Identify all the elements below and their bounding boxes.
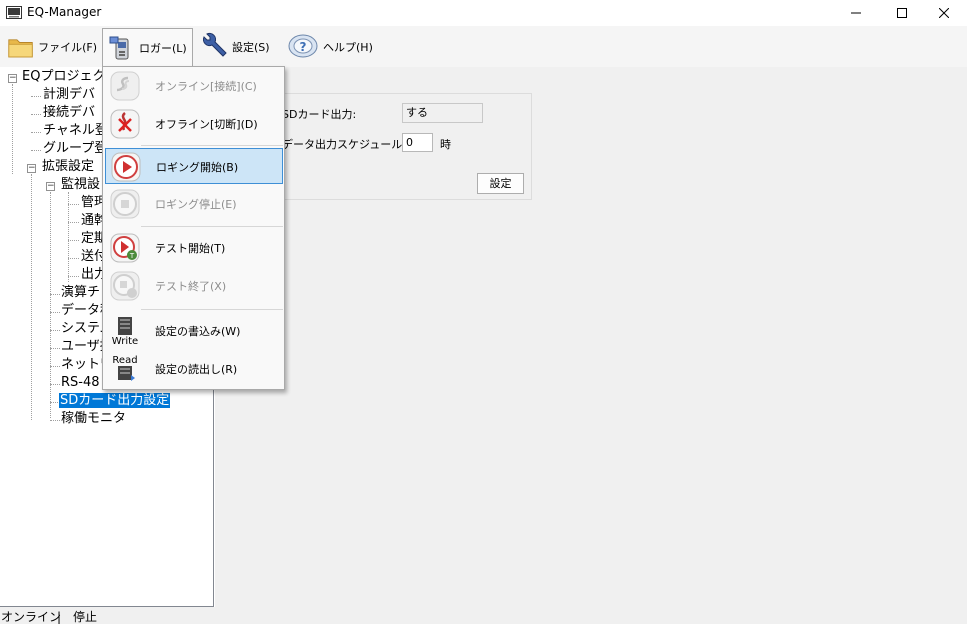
logger-dropdown-menu: オンライン[接続](C) オフライン[切断](D) ロギング開始(B) ロギング… [102, 66, 285, 390]
tree-connector [68, 222, 79, 223]
tree-connector [68, 276, 79, 277]
status-separator: | [57, 610, 62, 624]
menu-settings-label: 設定(S) [232, 41, 270, 54]
menu-item-logging-stop[interactable]: ロギング停止(E) [105, 186, 283, 222]
tree-item[interactable]: チャネル登 [43, 122, 108, 140]
tree-connector [50, 312, 60, 313]
tree-connector [68, 192, 69, 282]
tree-connector [68, 258, 79, 259]
menu-item-logging-stop-label: ロギング停止(E) [155, 198, 237, 211]
schedule-unit-label: 時 [440, 138, 451, 151]
tree-connector [68, 240, 79, 241]
tree-connector [31, 114, 41, 115]
tree-connector [31, 150, 41, 151]
menu-help-label: ヘルプ(H) [323, 41, 373, 54]
tree-item-monitor[interactable]: 監視設 [61, 176, 100, 194]
status-connection: オンライン [1, 610, 62, 624]
menu-item-write-settings[interactable]: Write 設定の書込み(W) [105, 313, 283, 349]
tree-item[interactable]: RS-48 [61, 374, 100, 392]
menu-item-online-label: オンライン[接続](C) [155, 80, 257, 93]
tree-item[interactable]: 演算チ [61, 284, 100, 302]
sd-output-label: SDカード出力: [282, 108, 357, 121]
menu-item-test-start-label: テスト開始(T) [155, 242, 226, 255]
menu-item-offline[interactable]: オフライン[切断](D) [105, 106, 283, 142]
tree-connector [50, 330, 60, 331]
read-icon: Read [112, 355, 138, 381]
online-icon [110, 71, 140, 101]
menu-item-offline-label: オフライン[切断](D) [155, 118, 258, 131]
play-icon [111, 152, 141, 182]
menu-logger-label: ロガー(L) [139, 41, 187, 55]
tree-connector [31, 96, 41, 97]
status-state: 停止 [73, 610, 98, 624]
app-icon [6, 6, 22, 19]
close-icon [939, 8, 949, 18]
menu-item-logging-start[interactable]: ロギング開始(B) [105, 148, 283, 184]
close-button[interactable] [921, 0, 967, 26]
schedule-hour-input[interactable]: 0 [402, 133, 433, 152]
tree-connector [50, 348, 60, 349]
menu-item-test-end-label: テスト終了(X) [155, 280, 227, 293]
svg-text:T: T [129, 252, 135, 260]
tree-connector [68, 204, 79, 205]
svg-text:Read: Read [112, 355, 137, 366]
menu-separator [141, 226, 283, 227]
maximize-icon [897, 8, 907, 18]
tree-connector [50, 420, 60, 421]
wrench-icon [202, 32, 227, 57]
title-bar: EQ-Manager [0, 0, 967, 26]
help-icon: ? [288, 34, 318, 58]
tree-item[interactable]: 接続デバ [43, 104, 95, 122]
menu-item-test-end[interactable]: テスト終了(X) [105, 268, 283, 304]
menu-settings[interactable]: 設定(S) [196, 28, 276, 66]
sd-output-field[interactable]: する [402, 103, 483, 123]
tree-collapse-toggle[interactable]: − [27, 164, 36, 173]
svg-text:?: ? [300, 40, 307, 54]
test-end-icon [110, 271, 140, 301]
maximize-button[interactable] [879, 0, 925, 26]
menu-item-write-settings-label: 設定の書込み(W) [155, 325, 241, 338]
tree-item[interactable]: 計測デバ [43, 86, 95, 104]
tree-connector [31, 132, 41, 133]
menu-item-test-start[interactable]: T テスト開始(T) [105, 230, 283, 266]
tree-collapse-toggle[interactable]: − [8, 74, 17, 83]
status-bar: オンライン | 停止 [0, 607, 967, 624]
menu-bar: ファイル(F) ロガー(L) 設定(S) ? ヘルプ(H) [0, 26, 967, 67]
stop-icon [110, 189, 140, 219]
write-icon: Write [112, 317, 138, 347]
menu-file-label: ファイル(F) [38, 41, 97, 54]
menu-item-read-settings[interactable]: Read 設定の読出し(R) [105, 351, 283, 387]
menu-item-logging-start-label: ロギング開始(B) [156, 161, 239, 174]
menu-item-online[interactable]: オンライン[接続](C) [105, 68, 283, 104]
logger-icon [109, 36, 129, 59]
menu-separator [141, 309, 283, 310]
minimize-icon [851, 12, 861, 14]
offline-icon [110, 109, 140, 139]
tree-item-sd-output[interactable]: SDカード出力設定 [59, 392, 171, 410]
svg-text:Write: Write [112, 336, 138, 347]
window-title: EQ-Manager [27, 5, 102, 19]
menu-logger[interactable]: ロガー(L) [102, 28, 193, 66]
menu-help[interactable]: ? ヘルプ(H) [285, 28, 377, 66]
tree-connector [50, 366, 60, 367]
folder-icon [8, 39, 33, 58]
tree-connector [50, 384, 60, 385]
test-start-icon: T [110, 233, 140, 263]
tree-item-extended[interactable]: 拡張設定 [42, 158, 94, 176]
tree-item[interactable]: グループ登 [43, 140, 107, 158]
set-button[interactable]: 設定 [477, 173, 524, 194]
schedule-label: データ出力スケジュール: [282, 138, 406, 151]
tree-connector [31, 174, 32, 420]
minimize-button[interactable] [833, 0, 879, 26]
tree-connector [12, 84, 13, 174]
menu-file[interactable]: ファイル(F) [5, 28, 97, 66]
tree-collapse-toggle[interactable]: − [46, 182, 55, 191]
menu-separator [141, 145, 283, 146]
tree-connector [50, 294, 60, 295]
menu-item-read-settings-label: 設定の読出し(R) [155, 363, 238, 376]
tree-item-operation-monitor[interactable]: 稼働モニタ [61, 410, 126, 428]
